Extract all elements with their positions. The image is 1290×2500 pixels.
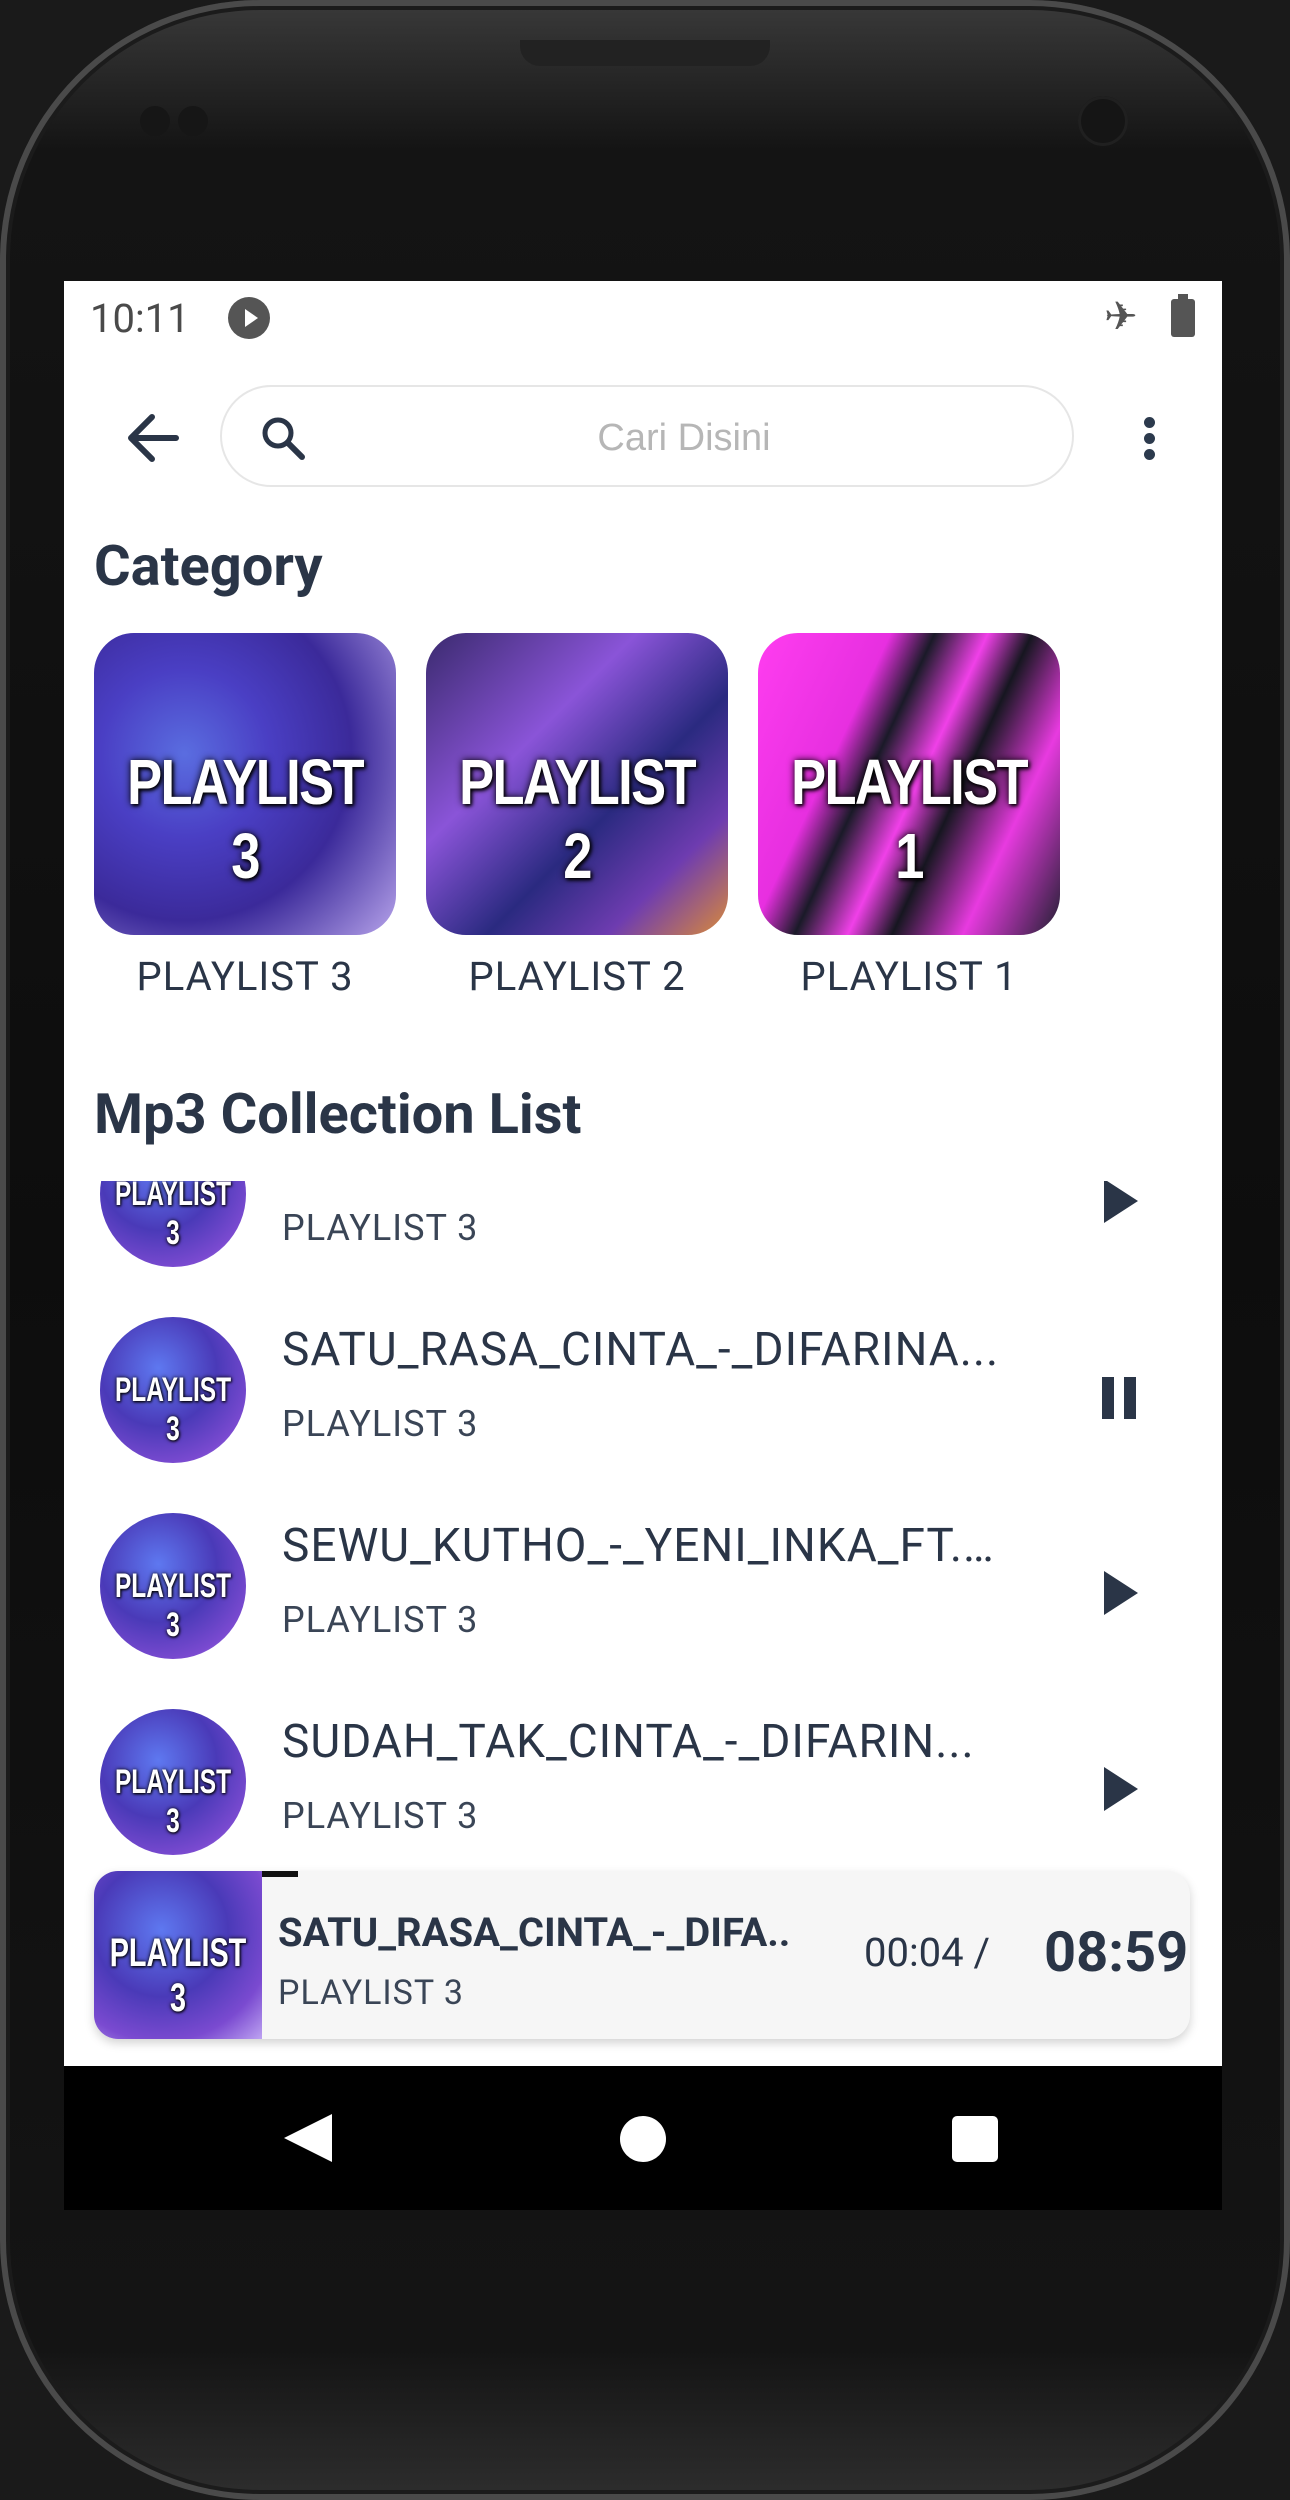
thumbnail-text: PLAYLIST 3	[109, 1931, 247, 2020]
category-label: PLAYLIST 2	[468, 953, 686, 1000]
thumbnail-text: PLAYLIST 3	[114, 1181, 232, 1252]
status-time: 10:11	[90, 295, 190, 342]
song-title: SATU_RASA_CINTA_-_DIFARINA...	[282, 1323, 1000, 1377]
song-row[interactable]: PLAYLIST 3 SUDAH_TAK_CINTA_-_DIFARIN... …	[64, 1657, 1222, 1855]
category-card-playlist-1[interactable]: PLAYLIST 1 PLAYLIST 1	[758, 633, 1060, 1000]
collection-heading: Mp3 Collection List	[94, 1081, 582, 1147]
song-row[interactable]: PLAYLIST 3 PLAYLIST 3	[64, 1181, 1222, 1267]
song-playlist: PLAYLIST 3	[282, 1207, 479, 1249]
duration: 08:59	[1044, 1919, 1189, 1985]
battery-icon	[1171, 294, 1195, 337]
thumbnail-text: PLAYLIST 3	[114, 1371, 232, 1448]
search-icon	[262, 417, 305, 460]
light-sensor	[178, 106, 208, 136]
back-arrow-icon[interactable]	[118, 403, 188, 473]
now-playing-title: SATU_RASA_CINTA_-_DIFA..	[278, 1909, 791, 1956]
category-label: PLAYLIST 1	[800, 953, 1018, 1000]
search-bar[interactable]	[220, 385, 1074, 487]
thumbnail-text: PLAYLIST 3	[127, 746, 364, 892]
play-icon[interactable]	[1084, 1557, 1154, 1627]
thumbnail-text: PLAYLIST 3	[114, 1763, 232, 1840]
system-nav-bar	[64, 2066, 1222, 2210]
now-playing-bar[interactable]: PLAYLIST 3 SATU_RASA_CINTA_-_DIFA.. PLAY…	[94, 1871, 1190, 2039]
airplane-mode-icon: ✈	[1104, 293, 1138, 340]
play-icon[interactable]	[1084, 1753, 1154, 1823]
play-icon[interactable]	[1084, 1181, 1154, 1235]
now-playing-thumbnail: PLAYLIST 3	[94, 1871, 262, 2039]
song-thumbnail: PLAYLIST 3	[100, 1181, 246, 1267]
nav-back-icon[interactable]	[284, 2114, 332, 2162]
category-card-playlist-2[interactable]: PLAYLIST 2 PLAYLIST 2	[426, 633, 728, 1000]
search-input[interactable]	[332, 405, 1036, 471]
media-playing-icon	[228, 297, 270, 339]
proximity-sensor	[140, 106, 170, 136]
song-playlist: PLAYLIST 3	[282, 1403, 479, 1445]
nav-home-icon[interactable]	[620, 2116, 666, 2162]
category-thumbnail: PLAYLIST 2	[426, 633, 728, 935]
current-time: 00:04 /	[864, 1929, 991, 1976]
song-thumbnail: PLAYLIST 3	[100, 1709, 246, 1855]
category-heading: Category	[94, 533, 323, 599]
thumbnail-text: PLAYLIST 1	[791, 746, 1028, 892]
song-title: SEWU_KUTHO_-_YENI_INKA_FT....	[282, 1519, 1002, 1573]
song-playlist: PLAYLIST 3	[282, 1795, 479, 1837]
song-thumbnail: PLAYLIST 3	[100, 1317, 246, 1463]
app-screen: 10:11 ✈ Category PLAYLIST 3 PLAYLIST 3 P…	[64, 281, 1222, 2210]
category-card-playlist-3[interactable]: PLAYLIST 3 PLAYLIST 3	[94, 633, 396, 1000]
song-thumbnail: PLAYLIST 3	[100, 1513, 246, 1659]
pause-icon[interactable]	[1084, 1361, 1154, 1431]
song-row[interactable]: PLAYLIST 3 SATU_RASA_CINTA_-_DIFARINA...…	[64, 1265, 1222, 1463]
category-thumbnail: PLAYLIST 3	[94, 633, 396, 935]
song-title: SUDAH_TAK_CINTA_-_DIFARIN...	[282, 1715, 975, 1769]
category-label: PLAYLIST 3	[136, 953, 354, 1000]
status-bar: 10:11 ✈	[64, 281, 1222, 355]
playback-progress[interactable]	[262, 1871, 298, 1877]
thumbnail-text: PLAYLIST 2	[459, 746, 696, 892]
top-toolbar	[64, 381, 1222, 491]
earpiece-speaker	[520, 40, 770, 66]
song-row[interactable]: PLAYLIST 3 SEWU_KUTHO_-_YENI_INKA_FT....…	[64, 1461, 1222, 1659]
thumbnail-text: PLAYLIST 3	[114, 1567, 232, 1644]
nav-recents-icon[interactable]	[952, 2116, 998, 2162]
now-playing-playlist: PLAYLIST 3	[278, 1973, 465, 2013]
front-camera	[1078, 96, 1128, 146]
category-thumbnail: PLAYLIST 1	[758, 633, 1060, 935]
overflow-menu-icon[interactable]	[1124, 403, 1174, 473]
song-playlist: PLAYLIST 3	[282, 1599, 479, 1641]
song-list[interactable]: PLAYLIST 3 PLAYLIST 3 PLAYLIST 3 SATU_RA…	[64, 1181, 1222, 1871]
